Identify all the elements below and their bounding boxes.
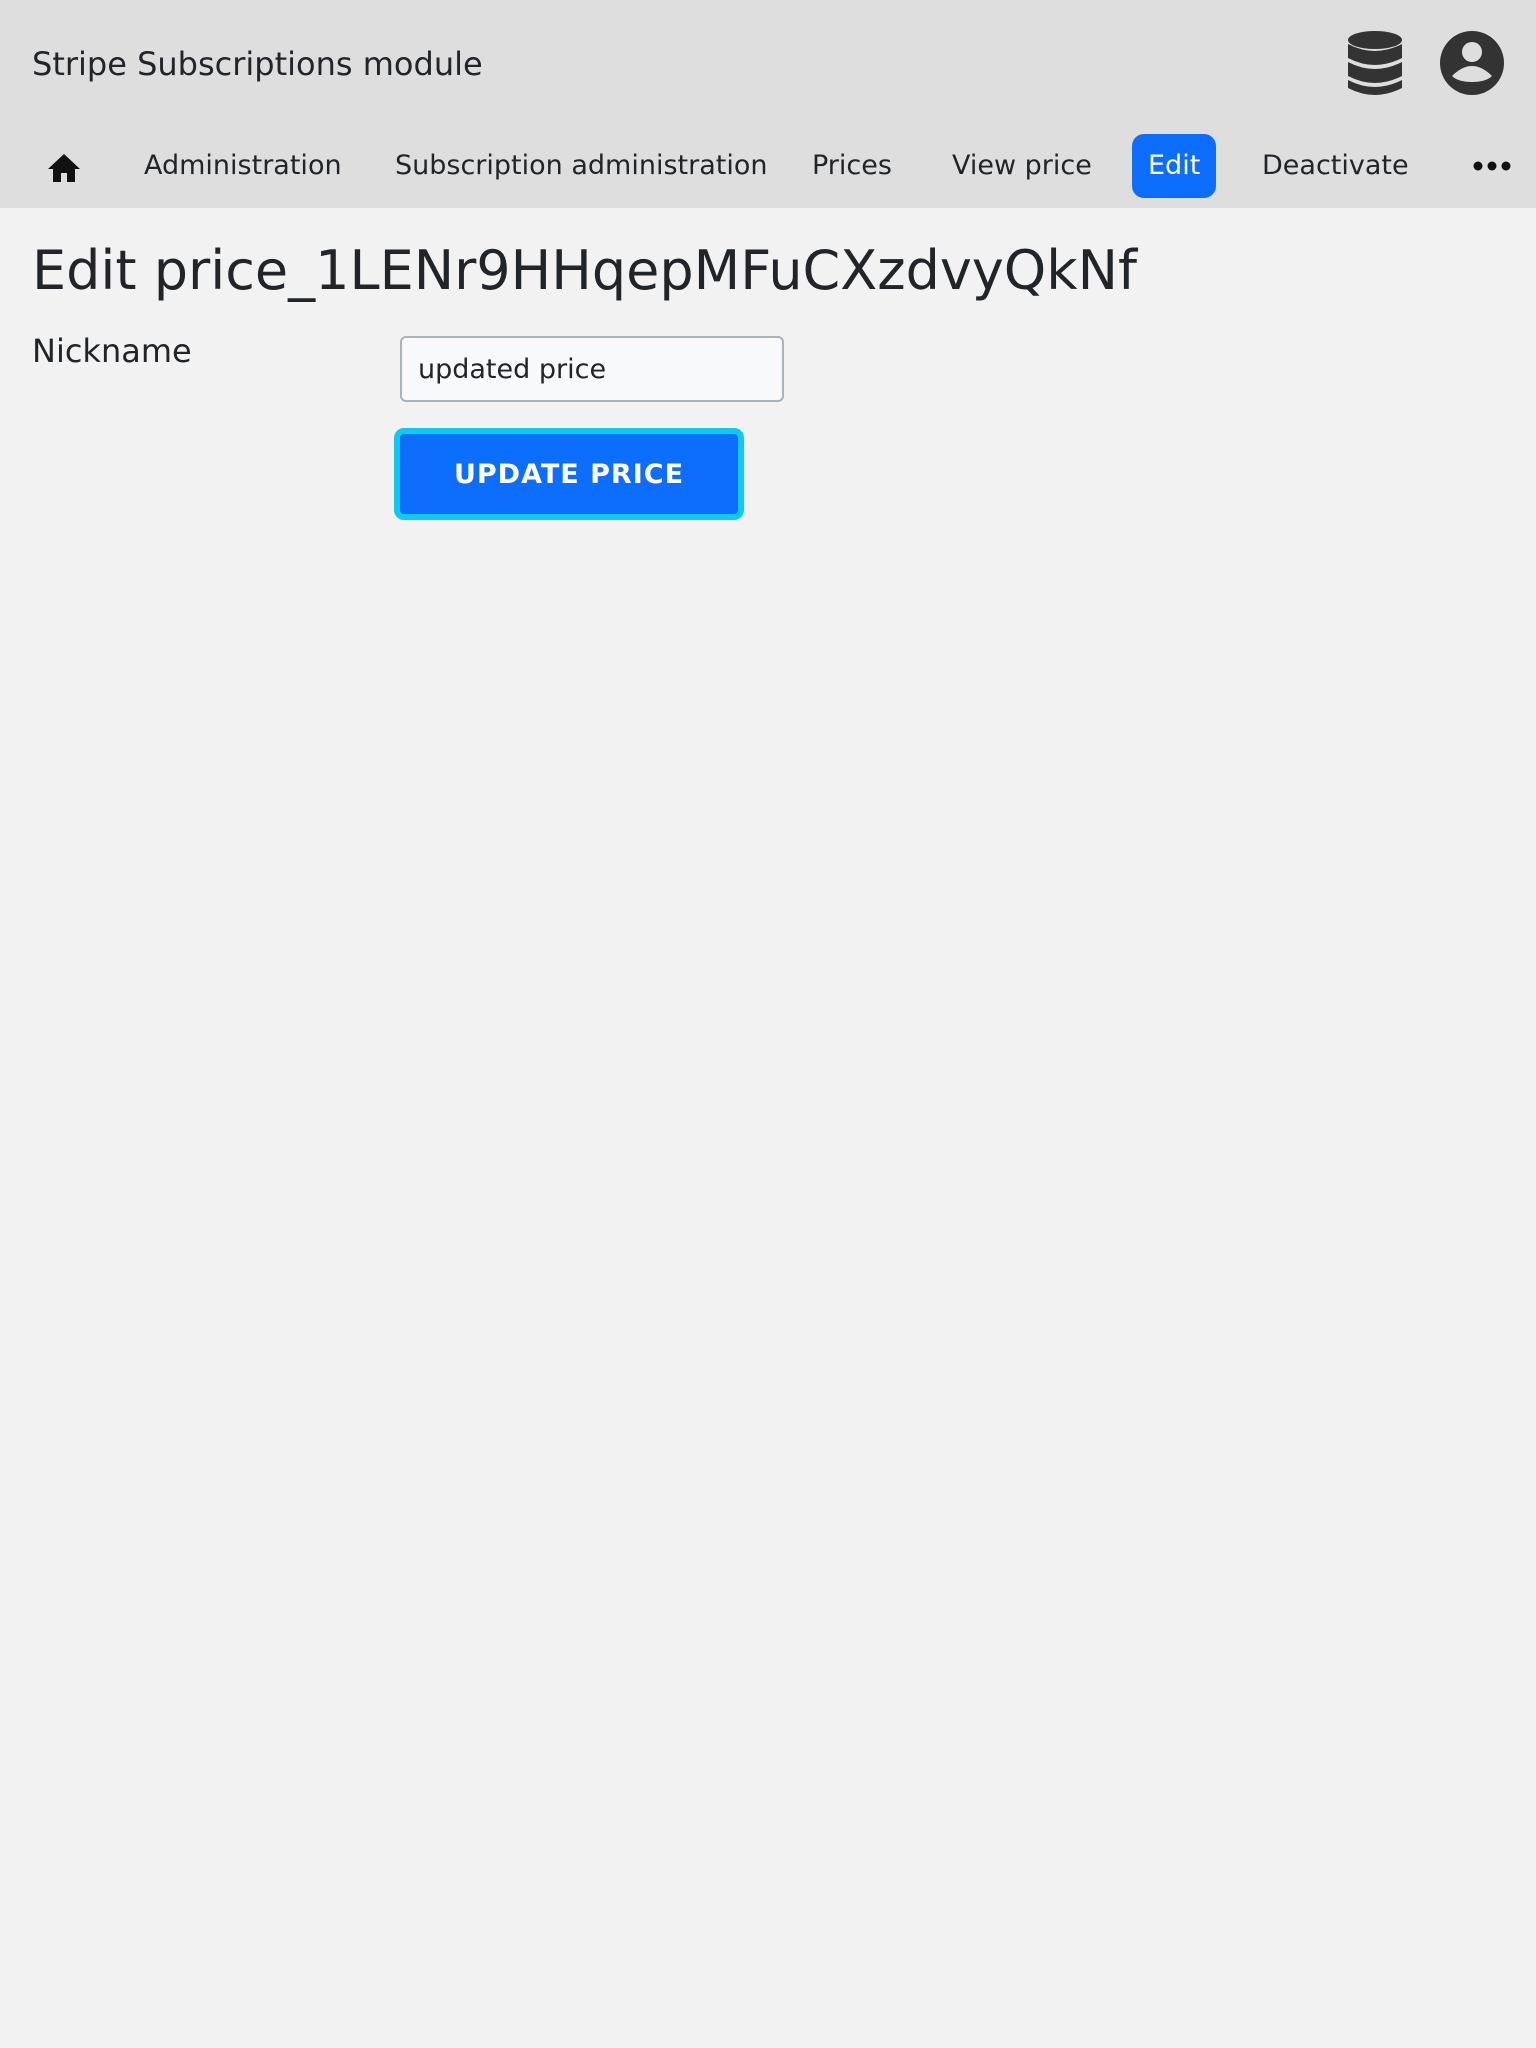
home-icon[interactable] <box>44 148 84 188</box>
database-icon[interactable] <box>1346 30 1404 98</box>
nickname-input[interactable] <box>400 336 784 402</box>
user-circle-icon[interactable] <box>1439 30 1505 96</box>
breadcrumb-nav: Administration Subscription administrati… <box>0 126 1536 208</box>
ellipsis-icon[interactable] <box>1472 154 1512 178</box>
nav-item-prices[interactable]: Prices <box>812 134 892 198</box>
page-title: Edit price_1LENr9HHqepMFuCXzdvyQkNf <box>32 239 1137 302</box>
nav-item-edit[interactable]: Edit <box>1132 134 1217 198</box>
top-header: Stripe Subscriptions module <box>0 0 1536 126</box>
app-title: Stripe Subscriptions module <box>32 45 483 83</box>
nav-item-administration[interactable]: Administration <box>144 134 342 198</box>
update-price-button[interactable]: UPDATE PRICE <box>394 428 744 520</box>
nav-item-subscription-administration[interactable]: Subscription administration <box>395 134 767 198</box>
nav-item-view-price[interactable]: View price <box>952 134 1092 198</box>
nav-item-deactivate[interactable]: Deactivate <box>1262 134 1409 198</box>
nickname-label: Nickname <box>32 332 192 370</box>
